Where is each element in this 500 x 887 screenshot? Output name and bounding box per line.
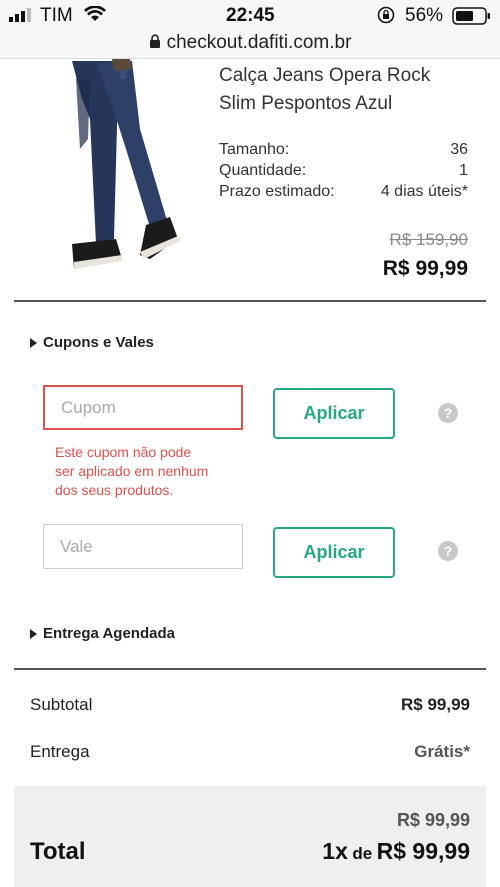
subtotal-value: R$ 99,99 (401, 695, 470, 714)
subtotal-label: Subtotal (30, 695, 93, 714)
voucher-input[interactable]: Vale (43, 524, 243, 569)
voucher-placeholder: Vale (60, 536, 93, 556)
quantity-value: 1 (459, 162, 468, 179)
voucher-help-icon[interactable]: ? (438, 541, 458, 561)
coupon-error-line-3: dos seus produtos. (55, 482, 174, 498)
coupon-error-line-1: Este cupom não pode (55, 444, 192, 460)
coupons-title: Cupons e Vales (43, 334, 154, 351)
caret-right-icon (30, 337, 37, 348)
coupon-input[interactable]: Cupom (43, 385, 243, 430)
lock-icon (149, 33, 161, 55)
coupon-help-icon[interactable]: ? (438, 403, 458, 423)
apply-coupon-button[interactable]: Aplicar (273, 388, 395, 439)
old-price: R$ 159,90 (389, 230, 468, 249)
total-panel: R$ 99,99 Total 1x de R$ 99,99 (14, 786, 486, 887)
installments: 1x de R$ 99,99 (322, 838, 470, 865)
installments-value: R$ 99,99 (376, 838, 470, 864)
scheduled-delivery-toggle[interactable]: Entrega Agendada (30, 625, 175, 642)
total-price: R$ 99,99 (396, 810, 470, 830)
coupon-placeholder: Cupom (61, 397, 116, 417)
coupon-error-line-2: ser aplicado em nenhum (55, 463, 209, 479)
product-price: R$ 99,99 (382, 257, 468, 280)
signal-icon (9, 8, 35, 27)
product-name-line-2: Slim Pespontos Azul (219, 93, 393, 114)
total-label: Total (30, 838, 86, 865)
status-bar: TIM 22:45 56% checkout.dafiti.com.br (0, 0, 500, 59)
clock: 22:45 (226, 5, 275, 26)
battery-icon (452, 7, 492, 30)
divider (14, 668, 486, 670)
eta-value: 4 dias úteis* (380, 183, 468, 200)
rotation-lock-icon (377, 6, 395, 29)
scheduled-delivery-title: Entrega Agendada (43, 625, 175, 642)
caret-right-icon (30, 628, 37, 639)
battery-percent: 56% (405, 5, 444, 26)
shipping-label: Entrega (30, 742, 90, 761)
product-name-line-1: Calça Jeans Opera Rock (219, 65, 431, 86)
installments-count: 1x (322, 838, 348, 864)
size-value: 36 (450, 141, 468, 158)
apply-voucher-button[interactable]: Aplicar (273, 527, 395, 578)
shipping-value: Grátis* (414, 742, 470, 761)
quantity-label: Quantidade: (219, 162, 307, 179)
divider (14, 300, 486, 302)
size-label: Tamanho: (219, 141, 290, 158)
carrier-label: TIM (40, 5, 73, 26)
installments-de: de (352, 844, 373, 863)
url-text: checkout.dafiti.com.br (166, 32, 352, 53)
wifi-icon (84, 5, 106, 27)
address-bar[interactable]: checkout.dafiti.com.br (0, 32, 500, 55)
coupons-toggle[interactable]: Cupons e Vales (30, 334, 154, 351)
product-image (60, 59, 190, 281)
eta-label: Prazo estimado: (219, 183, 335, 200)
